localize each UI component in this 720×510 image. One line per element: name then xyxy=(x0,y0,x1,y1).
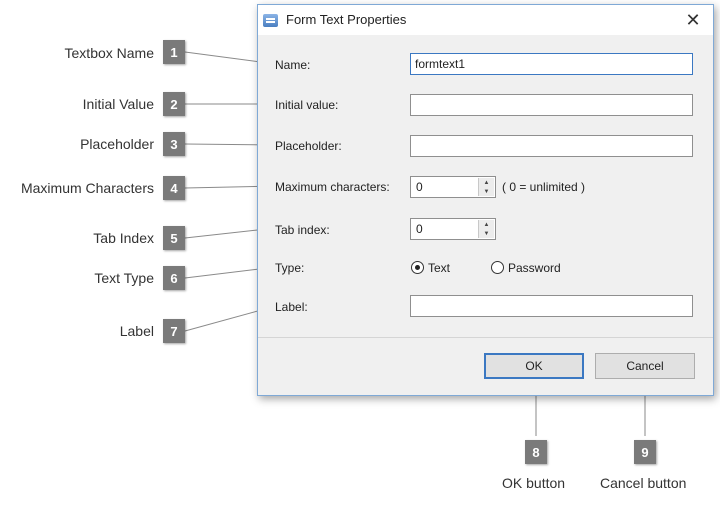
callout-badge-2: 2 xyxy=(163,92,185,116)
callout-label-initial-value: Initial Value xyxy=(82,96,154,112)
callout-badge-9: 9 xyxy=(634,440,656,464)
maximum-characters-spin-buttons: ▲ ▼ xyxy=(478,178,494,196)
callout-badge-7: 7 xyxy=(163,319,185,343)
ok-button[interactable]: OK xyxy=(484,353,584,379)
placeholder-field[interactable] xyxy=(410,135,693,157)
type-password-radio[interactable] xyxy=(491,261,504,274)
dialog-title: Form Text Properties xyxy=(286,12,407,27)
initial-value-label: Initial value: xyxy=(275,98,339,112)
name-field[interactable] xyxy=(410,53,693,75)
cancel-button[interactable]: Cancel xyxy=(595,353,695,379)
callout-label-label: Label xyxy=(119,323,154,339)
initial-value-field[interactable] xyxy=(410,94,693,116)
callout-badge-6: 6 xyxy=(163,266,185,290)
callout-badge-3: 3 xyxy=(163,132,185,156)
type-label: Type: xyxy=(275,261,305,275)
form-text-properties-dialog: Form Text Properties ✕ Name: Initial val… xyxy=(257,4,714,396)
dialog-app-icon xyxy=(263,14,278,27)
dialog-titlebar: Form Text Properties ✕ xyxy=(258,5,713,35)
type-password-radio-label: Password xyxy=(508,261,561,275)
callout-badge-4: 4 xyxy=(163,176,185,200)
maximum-characters-label: Maximum characters: xyxy=(275,180,390,194)
callout-label-textbox-name: Textbox Name xyxy=(64,45,154,61)
callout-badge-5: 5 xyxy=(163,226,185,250)
callout-label-placeholder: Placeholder xyxy=(80,136,154,152)
tab-index-stepper[interactable]: 0 ▲ ▼ xyxy=(410,218,496,240)
maximum-characters-stepper[interactable]: 0 ▲ ▼ xyxy=(410,176,496,198)
spin-down-arrow-icon[interactable]: ▼ xyxy=(479,187,494,196)
tab-index-spin-buttons: ▲ ▼ xyxy=(478,220,494,238)
callout-label-text-type: Text Type xyxy=(94,270,154,286)
dialog-separator xyxy=(258,337,713,338)
spin-down-arrow-icon[interactable]: ▼ xyxy=(479,229,494,238)
callout-label-maximum-characters: Maximum Characters xyxy=(20,180,154,196)
callout-label-ok-button: OK button xyxy=(502,475,566,491)
placeholder-label: Placeholder: xyxy=(275,139,342,153)
tab-index-value: 0 xyxy=(416,222,423,236)
maximum-characters-value: 0 xyxy=(416,180,423,194)
type-text-radio-label: Text xyxy=(428,261,451,275)
type-text-radio[interactable] xyxy=(411,261,424,274)
label-field[interactable] xyxy=(410,295,693,317)
name-label: Name: xyxy=(275,58,311,72)
callout-label-cancel-button: Cancel button xyxy=(600,475,687,491)
tab-index-label: Tab index: xyxy=(275,223,330,237)
maximum-characters-hint: ( 0 = unlimited ) xyxy=(502,180,586,194)
callout-label-tab-index: Tab Index xyxy=(93,230,154,246)
callout-badge-8: 8 xyxy=(525,440,547,464)
callout-badge-1: 1 xyxy=(163,40,185,64)
label-label: Label: xyxy=(275,300,308,314)
close-icon[interactable]: ✕ xyxy=(679,8,707,32)
